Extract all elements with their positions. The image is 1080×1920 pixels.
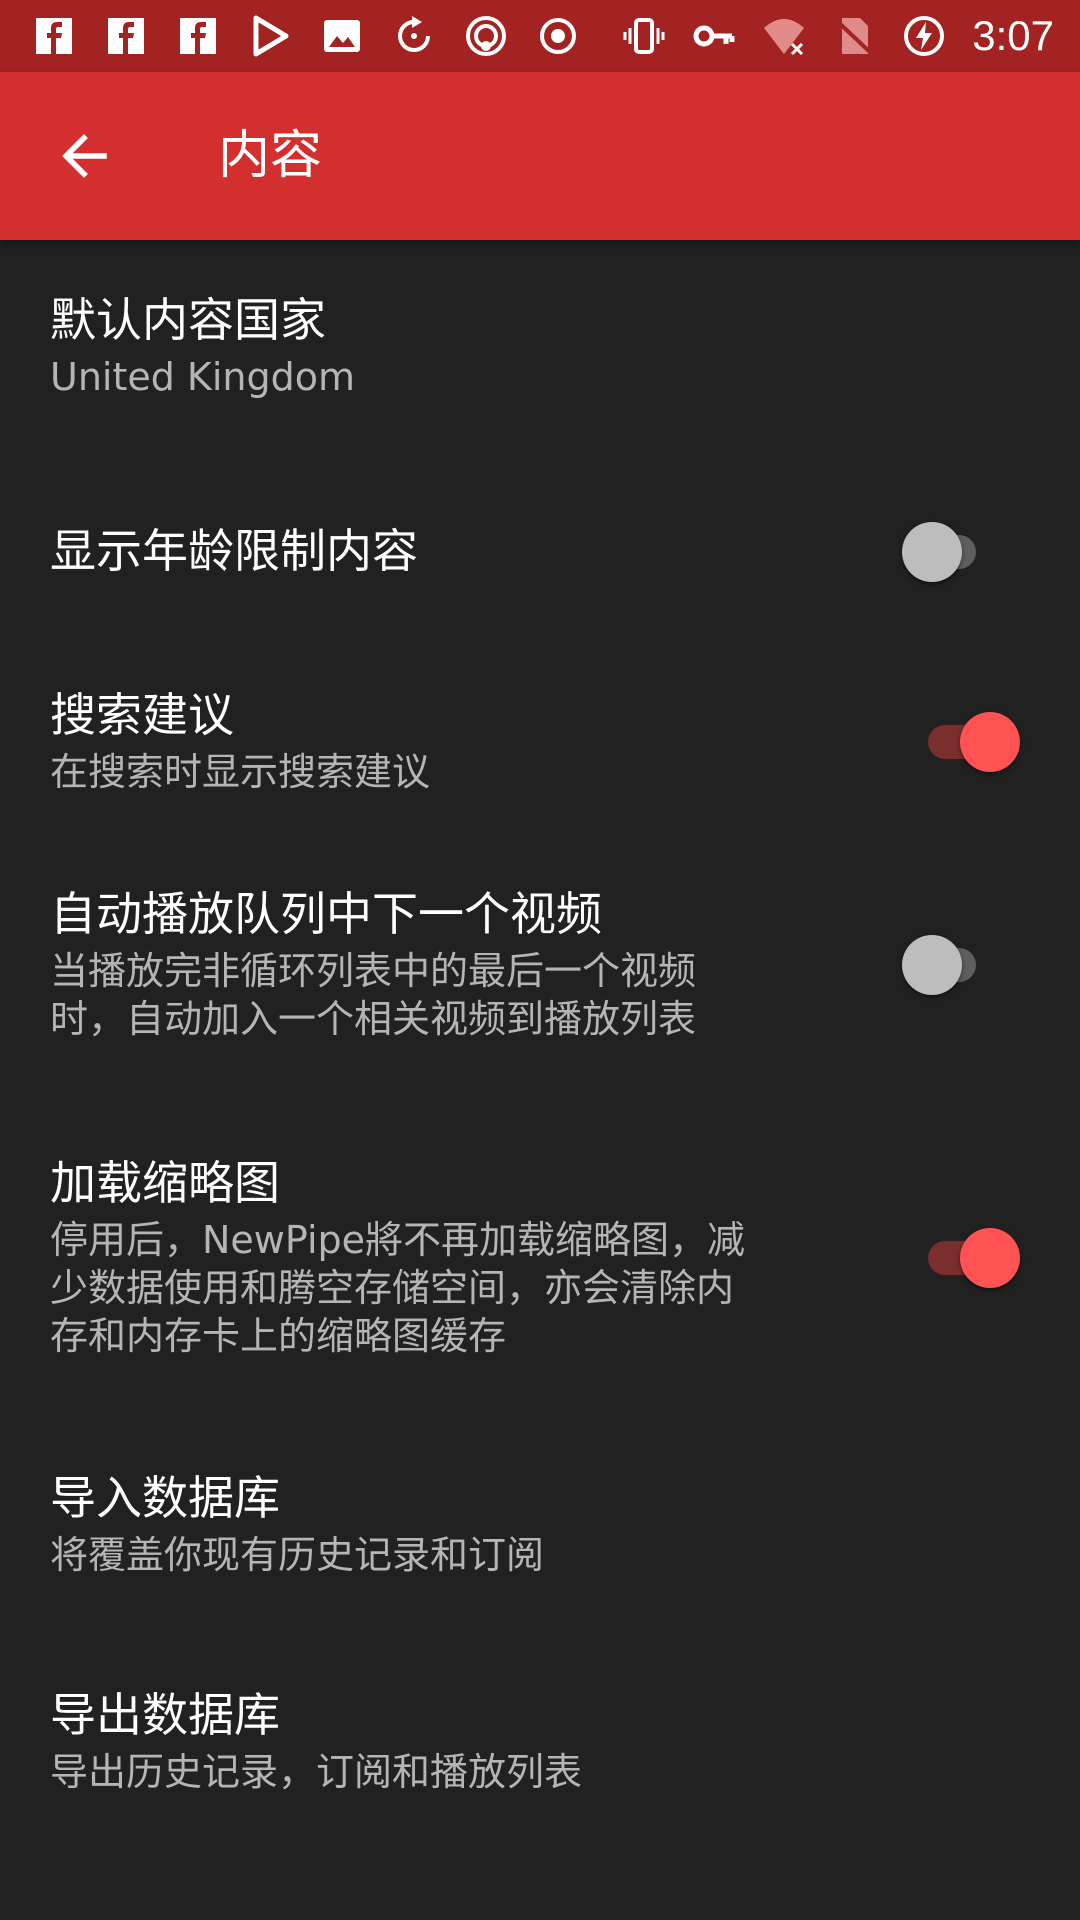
no-sim-icon: [830, 12, 878, 60]
clock: 3:07: [972, 12, 1054, 59]
back-button[interactable]: [42, 114, 126, 198]
search-suggestions-switch[interactable]: [904, 706, 1024, 776]
pref-export-database[interactable]: 导出数据库 导出历史记录，订阅和播放列表: [0, 1630, 1080, 1852]
settings-list: 默认内容国家 United Kingdom 显示年龄限制内容 搜索建议 在搜索时…: [0, 240, 1080, 1852]
page-title: 内容: [218, 126, 323, 186]
pref-summary: 将覆盖你现有历史记录和订阅: [50, 1533, 545, 1577]
pref-title: 导入数据库: [50, 1471, 280, 1525]
pref-title: 显示年龄限制内容: [50, 524, 418, 578]
app-bar: 内容: [0, 72, 1080, 240]
pref-summary: 当播放完非循环列表中的最后一个视频 时，自动加入一个相关视频到播放列表: [50, 947, 860, 1043]
load-thumbnails-switch[interactable]: [904, 1222, 1024, 1292]
pref-title: 自动播放队列中下一个视频: [50, 887, 602, 941]
pref-load-thumbnails[interactable]: 加载缩略图 停用后，NewPipe將不再加载缩略图，减 少数据使用和腾空存储空间…: [0, 1096, 1080, 1418]
switch-thumb: [960, 1228, 1020, 1288]
pref-default-content-country[interactable]: 默认内容国家 United Kingdom: [0, 240, 1080, 452]
switch-thumb: [902, 522, 962, 582]
summary-line: 当播放完非循环列表中的最后一个视频: [50, 949, 697, 993]
pref-show-age-restricted[interactable]: 显示年龄限制内容: [0, 452, 1080, 650]
pref-search-suggestions[interactable]: 搜索建议 在搜索时显示搜索建议: [0, 650, 1080, 832]
pref-autoplay-next[interactable]: 自动播放队列中下一个视频 当播放完非循环列表中的最后一个视频 时，自动加入一个相…: [0, 832, 1080, 1096]
switch-thumb: [960, 712, 1020, 772]
notification-icons: [30, 0, 582, 72]
pref-summary: United Kingdom: [50, 355, 356, 399]
pref-title: 加载缩略图: [50, 1156, 280, 1210]
image-icon: [318, 12, 366, 60]
vibrate-icon: [620, 12, 668, 60]
summary-line: 时，自动加入一个相关视频到播放列表: [50, 997, 697, 1041]
battery-charging-icon: [900, 12, 948, 60]
sync-icon: [390, 12, 438, 60]
switch-thumb: [902, 935, 962, 995]
facebook-icon: [102, 12, 150, 60]
pref-summary: 在搜索时显示搜索建议: [50, 750, 431, 794]
vpn-key-icon: [690, 12, 738, 60]
facebook-icon: [174, 12, 222, 60]
summary-line: 停用后，NewPipe將不再加载缩略图，减: [50, 1218, 746, 1262]
arrow-back-icon: [62, 134, 107, 178]
pref-title: 默认内容国家: [50, 293, 326, 347]
wifi-off-icon: [760, 12, 808, 60]
pref-title: 搜索建议: [50, 688, 234, 742]
autoplay-next-switch[interactable]: [880, 929, 1000, 999]
summary-line: 存和内存卡上的缩略图缓存: [50, 1314, 507, 1358]
podcast-icon: [462, 12, 510, 60]
pref-import-database[interactable]: 导入数据库 将覆盖你现有历史记录和订阅: [0, 1418, 1080, 1630]
pref-summary: 导出历史记录，订阅和播放列表: [50, 1750, 583, 1794]
play-store-icon: [246, 12, 294, 60]
status-bar: 3:07: [0, 0, 1080, 72]
pref-title: 导出数据库: [50, 1688, 280, 1742]
summary-line: 少数据使用和腾空存储空间，亦会清除内: [50, 1266, 735, 1310]
pref-summary: 停用后，NewPipe將不再加载缩略图，减 少数据使用和腾空存储空间，亦会清除内…: [50, 1216, 860, 1360]
age-restricted-switch[interactable]: [880, 516, 1000, 586]
system-icons: 3:07: [620, 0, 1054, 72]
facebook-icon: [30, 12, 78, 60]
record-icon: [534, 12, 582, 60]
